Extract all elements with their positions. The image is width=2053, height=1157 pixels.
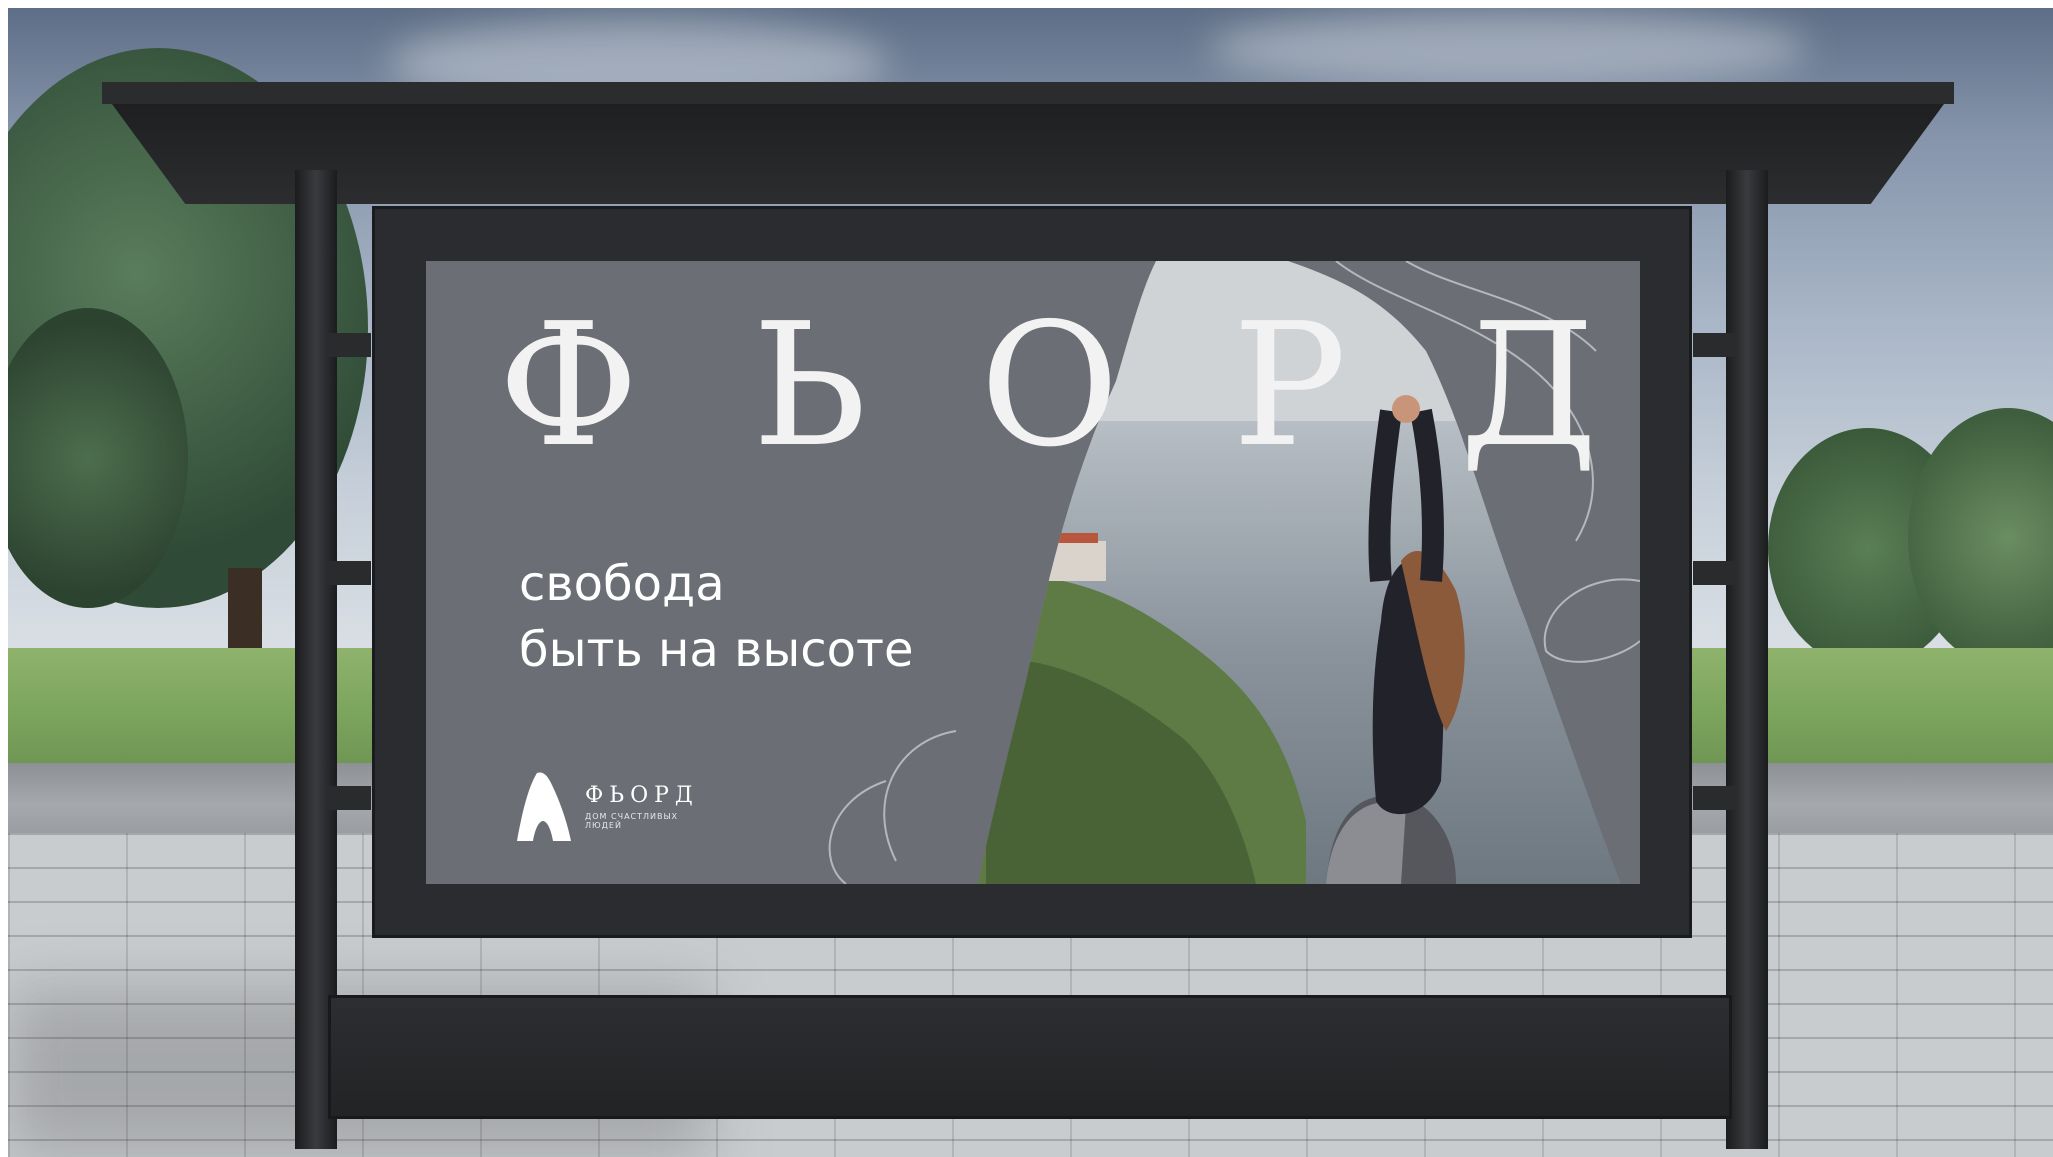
bracket (327, 561, 371, 585)
brand-letter: Ф (498, 287, 640, 485)
mountain-icon (517, 772, 571, 841)
bracket (1693, 333, 1737, 357)
bracket (327, 333, 371, 357)
brand-letter: Д (1459, 287, 1598, 485)
brand-letter: О (979, 287, 1120, 485)
tagline: свобода быть на высоте (519, 551, 914, 683)
cloud (1208, 8, 1808, 88)
brand-letter: Ь (752, 287, 867, 485)
bracket (1693, 561, 1737, 585)
brand-letter: Р (1232, 287, 1347, 485)
tagline-line: свобода (519, 556, 725, 612)
logo-name: ФЬОРД (585, 783, 699, 808)
brand-title: Ф Ь О Р Д (498, 301, 1598, 471)
billboard-bottom-panel (328, 995, 1732, 1119)
logo: ФЬОРД ДОМ СЧАСТЛИВЫХ ЛЮДЕЙ (513, 769, 713, 849)
poster: Ф Ь О Р Д свобода быть на высоте ФЬОРД Д… (426, 261, 1640, 884)
logo-subtitle: ДОМ СЧАСТЛИВЫХ ЛЮДЕЙ (585, 812, 679, 830)
billboard-post-right (1726, 170, 1768, 1149)
billboard-roof (102, 82, 1954, 104)
bracket (327, 786, 371, 810)
billboard-roof-underside (112, 104, 1944, 204)
tagline-line: быть на высоте (519, 622, 914, 678)
bracket (1693, 786, 1737, 810)
